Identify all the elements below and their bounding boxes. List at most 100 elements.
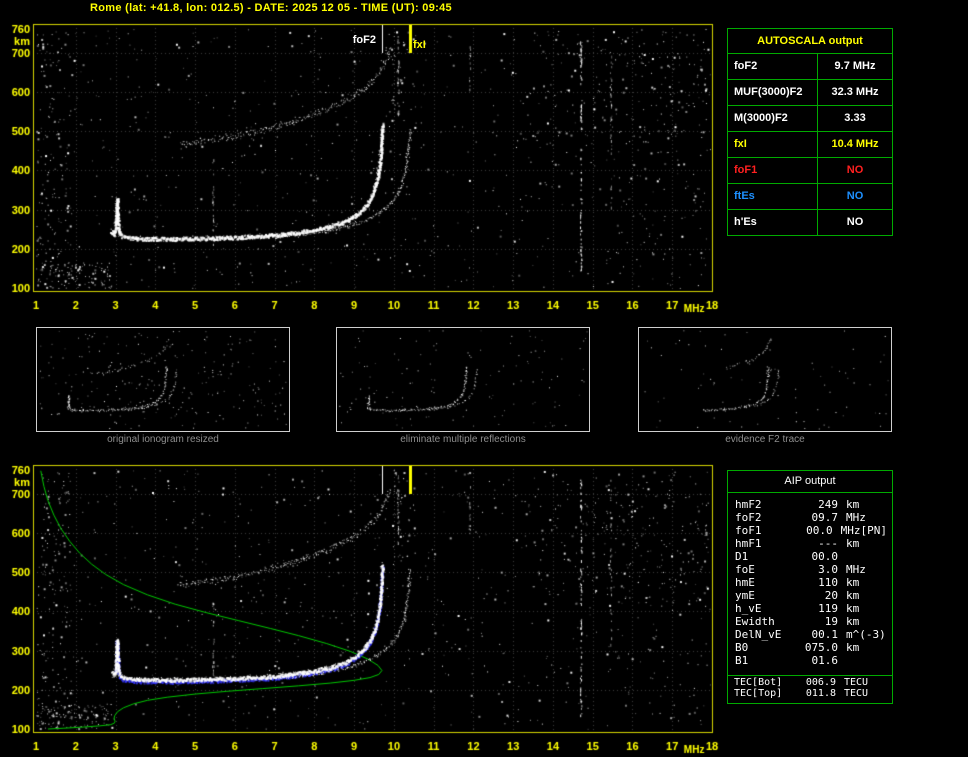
- aip-row: DelN_vE 00.1 m^(-3): [728, 628, 892, 641]
- thumbnail-f2-trace-evidence: [638, 327, 892, 432]
- autoscala-results-window: Rome (lat: +41.8, lon: 012.5) - DATE: 20…: [0, 0, 968, 757]
- autoscala-row: M(3000)F2 3.33: [728, 106, 892, 132]
- aip-param-value: 09.7: [811, 511, 839, 524]
- aip-param-flag: [887, 602, 892, 615]
- aip-row: ymE 20 km: [728, 589, 892, 602]
- aip-param-label: DelN_vE: [735, 628, 782, 641]
- autoscala-param-value: 3.33: [844, 112, 866, 124]
- autoscala-param-value: 10.4 MHz: [831, 138, 879, 150]
- autoscala-row: MUF(3000)F2 32.3 MHz: [728, 80, 892, 106]
- aip-param-value: 110: [818, 576, 838, 589]
- aip-param-value: 00.0: [811, 550, 839, 563]
- aip-param-flag: [887, 589, 892, 602]
- aip-param-unit: MHz: [846, 563, 866, 576]
- autoscala-param-label: fxI: [728, 132, 818, 157]
- aip-param-unit: km: [846, 641, 860, 654]
- aip-param-value: 119: [818, 602, 838, 615]
- aip-table-title: AIP output: [728, 471, 892, 493]
- thumbnail-caption-original: original ionogram resized: [107, 434, 219, 445]
- aip-param-unit: km: [846, 602, 860, 615]
- aip-param-flag: [887, 563, 892, 576]
- aip-param-value: 00.1: [811, 628, 839, 641]
- autoscala-param-value: NO: [846, 164, 864, 176]
- aip-row: D1 00.0: [728, 550, 892, 563]
- aip-param-value: 20: [824, 589, 838, 602]
- autoscala-param-value: NO: [846, 190, 864, 202]
- aip-param-flag: [887, 498, 892, 511]
- autoscala-param-value: 9.7 MHz: [834, 60, 876, 72]
- autoscala-param-label: foF1: [728, 158, 818, 183]
- tec-param-value: 011.8: [805, 688, 836, 699]
- autoscala-row: foF2 9.7 MHz: [728, 54, 892, 80]
- aip-param-label: foF2: [735, 511, 762, 524]
- tec-row: TEC[Top] 011.8 TECU: [728, 688, 892, 699]
- tec-rows: TEC[Bot] 006.9 TECU TEC[Top] 011.8 TECU: [728, 677, 892, 699]
- fxI-marker-label: fxI: [413, 39, 426, 51]
- autoscala-param-value: 32.3 MHz: [831, 86, 879, 98]
- thumbnail-caption-reflections: eliminate multiple reflections: [400, 434, 526, 445]
- foF2-marker-label: foF2: [352, 34, 376, 46]
- autoscala-row: ftEs NO: [728, 184, 892, 210]
- tec-param-unit: TECU: [844, 677, 869, 688]
- aip-param-label: ymE: [735, 589, 755, 602]
- aip-param-unit: km: [846, 576, 860, 589]
- aip-param-value: 3.0: [818, 563, 838, 576]
- aip-row: hmF1 --- km: [728, 537, 892, 550]
- top-ionogram-canvas: [0, 20, 720, 316]
- autoscala-param-value: NO: [846, 216, 864, 228]
- aip-row: h_vE 119 km: [728, 602, 892, 615]
- aip-param-unit: km: [846, 537, 860, 550]
- aip-param-label: D1: [735, 550, 749, 563]
- aip-param-flag: [887, 628, 892, 641]
- aip-param-flag: [887, 550, 892, 563]
- aip-param-unit: [838, 550, 846, 563]
- aip-row: foE 3.0 MHz: [728, 563, 892, 576]
- aip-param-unit: MHz: [846, 511, 866, 524]
- aip-param-unit: [838, 654, 846, 667]
- aip-param-unit: km: [846, 498, 860, 511]
- aip-param-value: 00.0: [806, 524, 833, 537]
- aip-param-label: foE: [735, 563, 755, 576]
- aip-param-label: h_vE: [735, 602, 762, 615]
- tec-param-unit: TECU: [844, 688, 869, 699]
- thumbnail-caption-f2-trace: evidence F2 trace: [725, 434, 805, 445]
- aip-param-flag: [887, 615, 892, 628]
- aip-param-value: 075.0: [804, 641, 838, 654]
- tec-param-label: TEC[Bot]: [734, 677, 783, 688]
- autoscala-table-title: AUTOSCALA output: [728, 29, 892, 54]
- aip-param-unit: km: [846, 615, 860, 628]
- aip-param-flag: [887, 511, 892, 524]
- aip-param-label: foF1: [735, 524, 762, 537]
- aip-row: foF1 00.0 MHz [PN]: [728, 524, 892, 537]
- aip-param-label: B1: [735, 654, 749, 667]
- aip-param-flag: [887, 537, 892, 550]
- aip-row: B0 075.0 km: [728, 641, 892, 654]
- autoscala-param-label: M(3000)F2: [728, 106, 818, 131]
- autoscala-param-label: foF2: [728, 54, 818, 79]
- thumbnail-multiple-reflections-removed: [336, 327, 590, 432]
- aip-row: foF2 09.7 MHz: [728, 511, 892, 524]
- aip-param-flag: [887, 576, 892, 589]
- aip-param-label: B0: [735, 641, 749, 654]
- tec-param-label: TEC[Top]: [734, 688, 783, 699]
- thumbnail-original-ionogram: [36, 327, 290, 432]
- aip-row: Ewidth 19 km: [728, 615, 892, 628]
- aip-param-value: 01.6: [811, 654, 839, 667]
- tec-row: TEC[Bot] 006.9 TECU: [728, 677, 892, 688]
- aip-row: B1 01.6: [728, 654, 892, 667]
- aip-param-flag: [887, 641, 892, 654]
- autoscala-param-label: ftEs: [728, 184, 818, 209]
- autoscala-param-label: h'Es: [728, 210, 818, 235]
- autoscala-row: foF1 NO: [728, 158, 892, 184]
- aip-output-table: AIP output hmF2 249 km foF2 09.7 MHz foF…: [727, 470, 893, 677]
- aip-param-flag: [PN]: [860, 524, 888, 537]
- autoscala-row: fxI 10.4 MHz: [728, 132, 892, 158]
- aip-row: hmF2 249 km: [728, 498, 892, 511]
- aip-row: hmE 110 km: [728, 576, 892, 589]
- aip-param-unit: MHz: [840, 524, 861, 537]
- aip-param-label: hmF2: [735, 498, 762, 511]
- aip-param-unit: km: [846, 589, 860, 602]
- station-date-title: Rome (lat: +41.8, lon: 012.5) - DATE: 20…: [90, 2, 452, 14]
- aip-param-value: 19: [824, 615, 838, 628]
- autoscala-row: h'Es NO: [728, 210, 892, 235]
